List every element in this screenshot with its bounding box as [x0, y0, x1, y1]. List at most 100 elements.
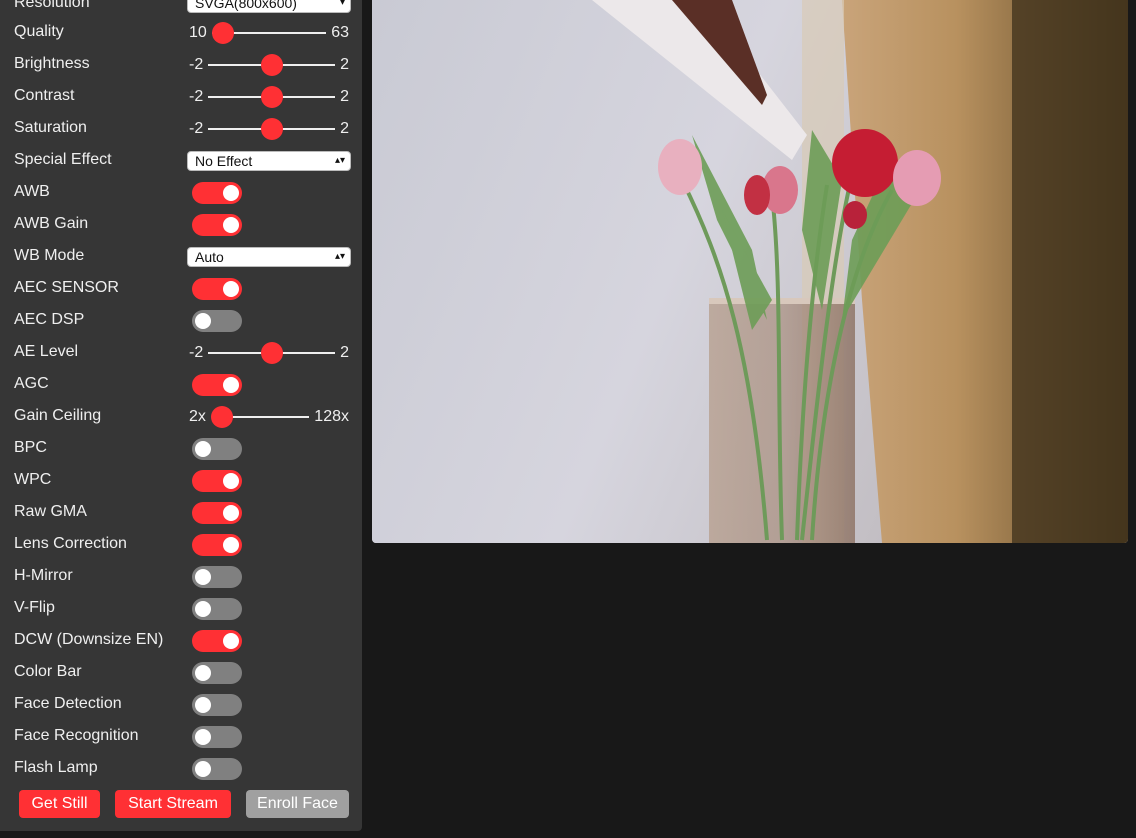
toggle-knob [223, 537, 239, 553]
aec-sensor-label: AEC SENSOR [14, 279, 119, 296]
toggle-knob [223, 281, 239, 297]
wpc-toggle[interactable] [192, 470, 242, 492]
bpc-row: BPC [0, 432, 362, 464]
toggle-knob [195, 569, 211, 585]
awb-gain-row: AWB Gain [0, 208, 362, 240]
bpc-label: BPC [14, 439, 47, 456]
raw-gma-row: Raw GMA [0, 496, 362, 528]
awb-gain-label: AWB Gain [14, 215, 89, 232]
toggle-knob [223, 633, 239, 649]
camera-stream-image [372, 0, 1128, 543]
ae-level-row: AE Level -2 2 [0, 336, 362, 368]
get-still-button[interactable]: Get Still [19, 790, 100, 818]
color-bar-label: Color Bar [14, 663, 82, 680]
toggle-knob [223, 217, 239, 233]
lens-correction-label: Lens Correction [14, 535, 127, 552]
select-caret-icon: ▾ [339, 0, 345, 8]
color-bar-toggle[interactable] [192, 662, 242, 684]
toggle-knob [223, 473, 239, 489]
aec-sensor-toggle[interactable] [192, 278, 242, 300]
settings-panel: Resolution SVGA(800x600) ▾ Quality 10 63… [0, 0, 362, 831]
toggle-knob [195, 441, 211, 457]
toggle-knob [223, 185, 239, 201]
face-recognition-toggle[interactable] [192, 726, 242, 748]
aec-dsp-toggle[interactable] [192, 310, 242, 332]
toggle-knob [195, 313, 211, 329]
toggle-knob [195, 601, 211, 617]
saturation-slider-thumb[interactable] [261, 118, 283, 140]
agc-row: AGC [0, 368, 362, 400]
toggle-knob [223, 505, 239, 521]
brightness-max: 2 [340, 56, 349, 73]
dcw-label: DCW (Downsize EN) [14, 631, 164, 648]
h-mirror-label: H-Mirror [14, 567, 73, 584]
h-mirror-row: H-Mirror [0, 560, 362, 592]
toggle-knob [223, 377, 239, 393]
agc-label: AGC [14, 375, 49, 392]
special-effect-row: Special Effect No Effect ▴▾ [0, 144, 362, 176]
quality-row: Quality 10 63 [0, 16, 362, 48]
aec-dsp-label: AEC DSP [14, 311, 85, 328]
face-detection-toggle[interactable] [192, 694, 242, 716]
contrast-max: 2 [340, 88, 349, 105]
gain-ceiling-max: 128x [314, 408, 349, 425]
flash-lamp-toggle[interactable] [192, 758, 242, 780]
brightness-label: Brightness [14, 55, 90, 72]
aec-dsp-row: AEC DSP [0, 304, 362, 336]
flash-lamp-row: Flash Lamp [0, 752, 362, 784]
raw-gma-toggle[interactable] [192, 502, 242, 524]
h-mirror-toggle[interactable] [192, 566, 242, 588]
wb-mode-row: WB Mode Auto ▴▾ [0, 240, 362, 272]
camera-frame-drawing [372, 0, 1128, 543]
ae-level-slider-thumb[interactable] [261, 342, 283, 364]
brightness-min: -2 [189, 56, 204, 73]
contrast-label: Contrast [14, 87, 75, 104]
wpc-label: WPC [14, 471, 52, 488]
wpc-row: WPC [0, 464, 362, 496]
quality-max: 63 [331, 24, 349, 41]
v-flip-label: V-Flip [14, 599, 55, 616]
brightness-row: Brightness -2 2 [0, 48, 362, 80]
wb-mode-label: WB Mode [14, 247, 85, 264]
toggle-knob [195, 665, 211, 681]
raw-gma-label: Raw GMA [14, 503, 87, 520]
lens-correction-row: Lens Correction [0, 528, 362, 560]
special-effect-select[interactable]: No Effect ▴▾ [187, 151, 351, 171]
dcw-toggle[interactable] [192, 630, 242, 652]
quality-slider-thumb[interactable] [212, 22, 234, 44]
face-recognition-label: Face Recognition [14, 727, 139, 744]
dcw-row: DCW (Downsize EN) [0, 624, 362, 656]
v-flip-row: V-Flip [0, 592, 362, 624]
toggle-knob [195, 729, 211, 745]
bpc-toggle[interactable] [192, 438, 242, 460]
enroll-face-button[interactable]: Enroll Face [246, 790, 349, 818]
ae-level-label: AE Level [14, 343, 79, 360]
curtain-shadow [1012, 0, 1128, 543]
brightness-slider-thumb[interactable] [261, 54, 283, 76]
awb-row: AWB [0, 176, 362, 208]
awb-toggle[interactable] [192, 182, 242, 204]
color-bar-row: Color Bar [0, 656, 362, 688]
ae-level-min: -2 [189, 344, 204, 361]
start-stream-button[interactable]: Start Stream [115, 790, 231, 818]
face-detection-label: Face Detection [14, 695, 122, 712]
special-effect-value: No Effect [195, 153, 253, 169]
resolution-value: SVGA(800x600) [195, 0, 297, 11]
saturation-min: -2 [189, 120, 204, 137]
aec-sensor-row: AEC SENSOR [0, 272, 362, 304]
special-effect-label: Special Effect [14, 151, 112, 168]
resolution-select[interactable]: SVGA(800x600) ▾ [187, 0, 351, 13]
saturation-max: 2 [340, 120, 349, 137]
v-flip-toggle[interactable] [192, 598, 242, 620]
contrast-row: Contrast -2 2 [0, 80, 362, 112]
saturation-label: Saturation [14, 119, 87, 136]
select-caret-icon: ▴▾ [334, 251, 345, 262]
contrast-slider-thumb[interactable] [261, 86, 283, 108]
gain-ceiling-slider-thumb[interactable] [211, 406, 233, 428]
awb-gain-toggle[interactable] [192, 214, 242, 236]
wb-mode-select[interactable]: Auto ▴▾ [187, 247, 351, 267]
wb-mode-value: Auto [195, 249, 224, 265]
agc-toggle[interactable] [192, 374, 242, 396]
lens-correction-toggle[interactable] [192, 534, 242, 556]
contrast-min: -2 [189, 88, 204, 105]
